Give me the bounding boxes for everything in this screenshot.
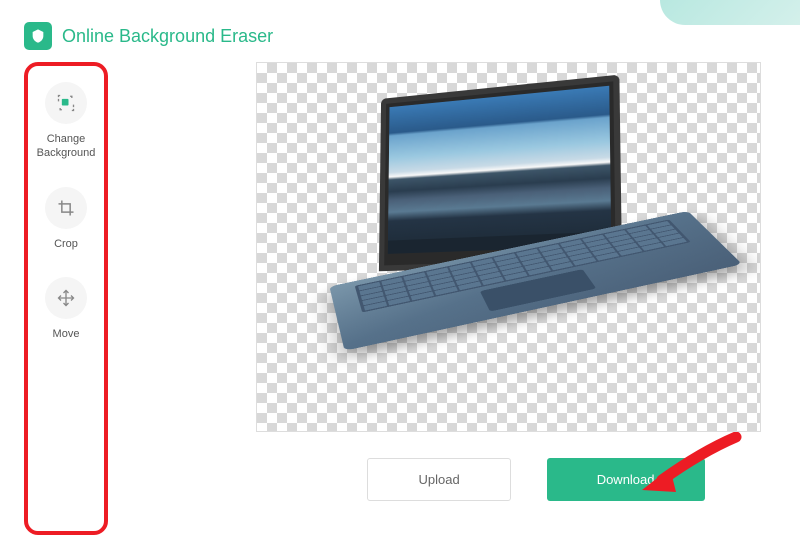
main-area: Change Background Crop xyxy=(0,58,800,539)
sidebar-item-change-background[interactable]: Change Background xyxy=(37,82,96,161)
canvas-area: Upload Download xyxy=(116,62,776,535)
action-buttons: Upload Download xyxy=(256,458,776,501)
sidebar-item-label: Change Background xyxy=(37,132,96,161)
sidebar-item-label: Move xyxy=(53,327,80,341)
sidebar-item-crop[interactable]: Crop xyxy=(45,187,87,251)
sidebar-wrapper: Change Background Crop xyxy=(24,62,108,535)
sidebar-item-label: Crop xyxy=(54,237,78,251)
crop-icon xyxy=(45,187,87,229)
shield-pin-icon xyxy=(30,27,46,45)
sidebar-item-move[interactable]: Move xyxy=(45,277,87,341)
result-image xyxy=(317,78,697,418)
download-button[interactable]: Download xyxy=(547,458,705,501)
sidebar: Change Background Crop xyxy=(30,68,102,355)
top-decoration xyxy=(660,0,800,25)
app-title: Online Background Eraser xyxy=(62,26,273,47)
upload-button[interactable]: Upload xyxy=(367,458,510,501)
move-icon xyxy=(45,277,87,319)
change-background-icon xyxy=(45,82,87,124)
app-logo xyxy=(24,22,52,50)
image-canvas[interactable] xyxy=(256,62,761,432)
